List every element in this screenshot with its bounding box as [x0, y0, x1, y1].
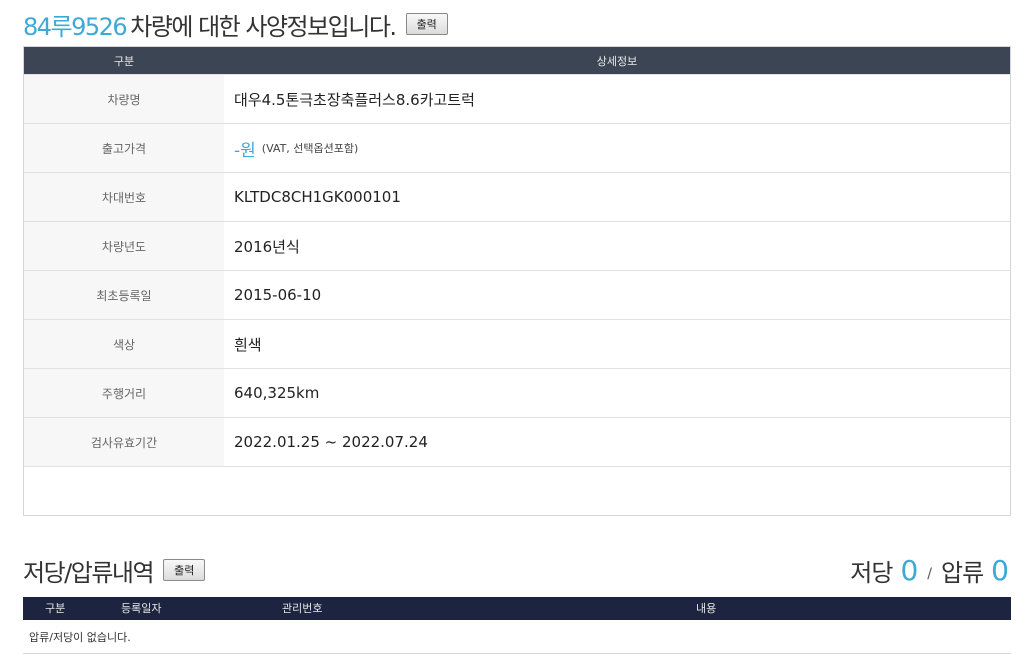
spec-label: 색상 [24, 320, 224, 368]
spec-row-vehicle-name: 차량명 대우4.5톤극초장축플러스8.6카고트럭 [24, 74, 1010, 123]
spec-value: 2016년식 [234, 237, 300, 256]
spec-value: KLTDC8CH1GK000101 [234, 188, 401, 206]
spec-table: 구분 상세정보 차량명 대우4.5톤극초장축플러스8.6카고트럭 출고가격 -원… [23, 46, 1011, 516]
seizure-label: 압류 [941, 558, 984, 587]
mortgage-count: 0 [900, 553, 918, 587]
column-header-category: 구분 [113, 54, 135, 68]
spec-row-first-registration: 최초등록일 2015-06-10 [24, 270, 1010, 319]
column-header-type: 구분 [45, 602, 66, 615]
count-separator: / [927, 566, 932, 582]
spec-value: 2015-06-10 [234, 286, 322, 304]
lien-empty-message: 압류/저당이 없습니다. [23, 620, 1011, 654]
seizure-count: 0 [991, 553, 1009, 587]
lien-section-title: 저당/압류내역 출력 [23, 552, 206, 588]
spec-value: 640,325km [234, 384, 320, 402]
spec-label: 최초등록일 [24, 271, 224, 319]
spec-value: 2022.01.25 ~ 2022.07.24 [234, 433, 428, 451]
mortgage-label: 저당 [850, 558, 893, 587]
spec-label: 출고가격 [24, 124, 224, 172]
plate-number: 84루9526 [23, 12, 128, 41]
spec-row-mileage: 주행거리 640,325km [24, 368, 1010, 417]
spec-row-price: 출고가격 -원 (VAT, 선택옵션포함) [24, 123, 1010, 172]
spec-label: 차량명 [24, 75, 224, 123]
spec-value: 흰색 [234, 335, 262, 354]
spec-print-button[interactable]: 출력 [405, 13, 448, 35]
column-header-number: 관리번호 [282, 602, 323, 615]
lien-table-header: 구분 등록일자 관리번호 내용 [23, 597, 1011, 620]
spec-row-color: 색상 흰색 [24, 319, 1010, 368]
column-header-detail: 상세정보 [596, 54, 638, 68]
spec-row-inspection-period: 검사유효기간 2022.01.25 ~ 2022.07.24 [24, 417, 1010, 466]
spec-label: 차대번호 [24, 173, 224, 221]
price-note: (VAT, 선택옵션포함) [261, 142, 359, 155]
spec-row-vin: 차대번호 KLTDC8CH1GK000101 [24, 172, 1010, 221]
spec-label: 차량년도 [24, 222, 224, 270]
lien-print-button[interactable]: 출력 [163, 559, 206, 581]
column-header-content: 내용 [696, 602, 717, 615]
lien-counts: 저당 0 / 압류 0 [850, 552, 1009, 588]
spec-label: 검사유효기간 [24, 418, 224, 466]
lien-table: 구분 등록일자 관리번호 내용 압류/저당이 없습니다. [23, 597, 1011, 654]
spec-table-header: 구분 상세정보 [24, 47, 1010, 74]
spec-value: 대우4.5톤극초장축플러스8.6카고트럭 [234, 90, 475, 109]
spec-label: 주행거리 [24, 369, 224, 417]
column-header-date: 등록일자 [121, 602, 162, 615]
page-title: 차량에 대한 사양정보입니다. [130, 12, 397, 41]
price-value: -원 [234, 140, 256, 161]
lien-title: 저당/압류내역 [23, 558, 155, 587]
spec-value: -원 (VAT, 선택옵션포함) [224, 124, 1010, 172]
spec-title: 84루9526 차량에 대한 사양정보입니다. 출력 [23, 6, 448, 42]
spec-empty-row [24, 466, 1010, 515]
spec-row-model-year: 차량년도 2016년식 [24, 221, 1010, 270]
